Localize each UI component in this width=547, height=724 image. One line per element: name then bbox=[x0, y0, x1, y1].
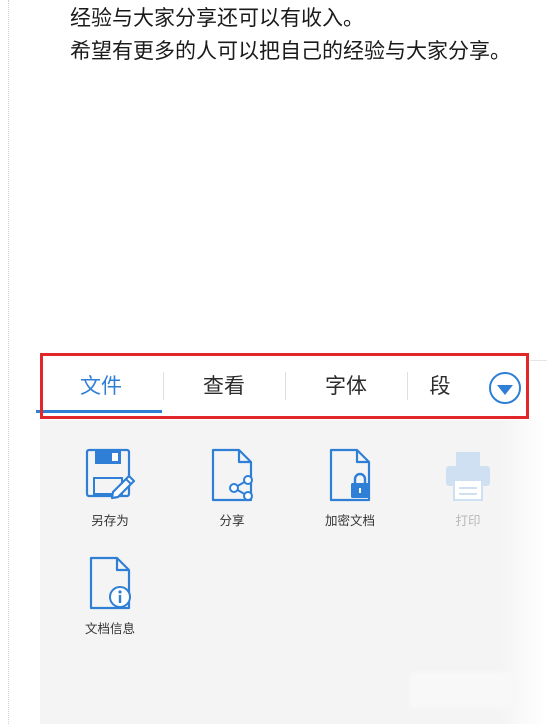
tab-view-label: 查看 bbox=[203, 374, 245, 398]
tab-font-label: 字体 bbox=[325, 374, 367, 398]
tab-divider bbox=[407, 372, 408, 400]
share-icon bbox=[211, 448, 253, 502]
print-label: 打印 bbox=[455, 513, 481, 528]
share-button[interactable]: 分享 bbox=[187, 448, 277, 538]
tab-paragraph-label: 段 bbox=[429, 374, 451, 398]
tab-paragraph[interactable]: 段 bbox=[400, 353, 480, 417]
share-label: 分享 bbox=[219, 513, 245, 528]
document-info-icon bbox=[89, 556, 131, 610]
divider bbox=[530, 360, 547, 361]
document-line: 经验与大家分享还可以有收入。 bbox=[70, 6, 364, 30]
tab-divider bbox=[163, 372, 164, 400]
tab-divider bbox=[285, 372, 286, 400]
encrypt-document-label: 加密文档 bbox=[324, 513, 375, 528]
tab-font[interactable]: 字体 bbox=[285, 353, 407, 417]
document-info-button[interactable]: 文档信息 bbox=[65, 556, 155, 646]
save-as-label: 另存为 bbox=[91, 513, 129, 528]
document-line: 希望有更多的人可以把自己的经验与大家分享。 bbox=[70, 39, 511, 63]
document-info-label: 文档信息 bbox=[84, 621, 135, 636]
save-as-icon bbox=[85, 448, 136, 500]
expand-toolbar-button[interactable] bbox=[489, 372, 521, 404]
encrypt-document-button[interactable]: 加密文档 bbox=[305, 448, 395, 538]
blurred-watermark bbox=[410, 672, 510, 708]
document-body: 经验与大家分享还可以有收入。 希望有更多的人可以把自己的经验与大家分享。 bbox=[70, 2, 530, 68]
tab-view[interactable]: 查看 bbox=[163, 353, 285, 417]
printer-icon bbox=[446, 452, 490, 501]
tab-file[interactable]: 文件 bbox=[40, 353, 162, 417]
margin-guide bbox=[8, 0, 9, 724]
active-tab-indicator bbox=[36, 410, 162, 413]
lock-document-icon bbox=[329, 448, 371, 502]
document-viewer: 经验与大家分享还可以有收入。 希望有更多的人可以把自己的经验与大家分享。 文件 … bbox=[0, 0, 547, 724]
save-as-button[interactable]: 另存为 bbox=[65, 448, 155, 538]
chevron-down-icon bbox=[497, 384, 513, 395]
tab-file-label: 文件 bbox=[80, 374, 122, 398]
